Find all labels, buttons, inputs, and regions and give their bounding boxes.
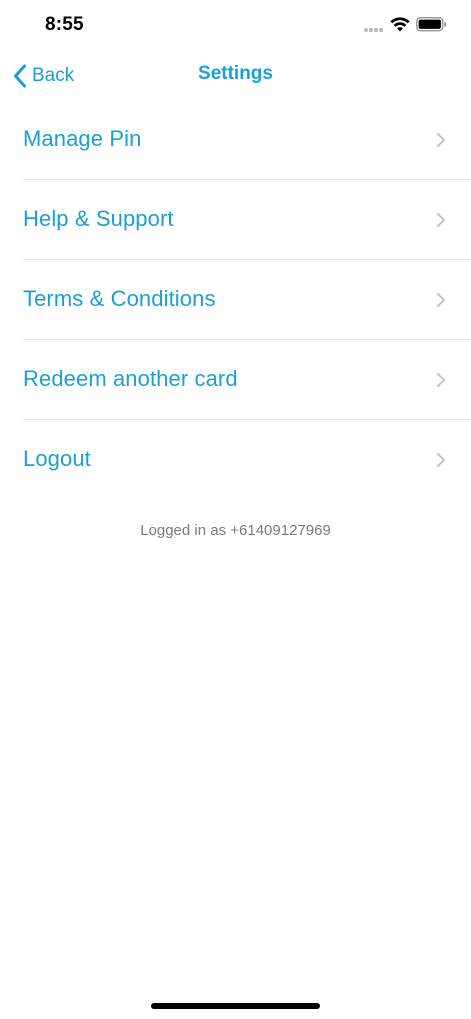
chevron-right-icon: [437, 293, 445, 307]
chevron-right-icon: [437, 453, 445, 467]
settings-item-manage-pin[interactable]: Manage Pin: [23, 100, 471, 180]
settings-item-label: Redeem another card: [23, 366, 238, 391]
navigation-bar: Back Settings: [0, 50, 471, 102]
signal-icon: [364, 28, 384, 32]
chevron-right-icon: [437, 373, 445, 387]
status-time: 8:55: [45, 14, 84, 35]
battery-icon: [416, 17, 447, 32]
wifi-icon: [390, 17, 410, 32]
home-indicator[interactable]: [151, 1003, 320, 1009]
settings-item-redeem-card[interactable]: Redeem another card: [23, 340, 471, 420]
settings-item-label: Help & Support: [23, 206, 174, 231]
page-title: Settings: [198, 63, 273, 84]
settings-item-label: Terms & Conditions: [23, 286, 216, 311]
settings-item-label: Manage Pin: [23, 126, 142, 151]
settings-item-label: Logout: [23, 446, 91, 471]
settings-item-logout[interactable]: Logout: [23, 420, 471, 499]
status-bar: 8:55: [0, 0, 471, 50]
settings-item-help-support[interactable]: Help & Support: [23, 180, 471, 260]
chevron-right-icon: [437, 213, 445, 227]
logged-in-text: Logged in as +61409127969: [140, 522, 331, 539]
settings-list: Manage Pin Help & Support Terms & Condit…: [23, 100, 471, 499]
chevron-right-icon: [437, 133, 445, 147]
settings-item-terms-conditions[interactable]: Terms & Conditions: [23, 260, 471, 340]
